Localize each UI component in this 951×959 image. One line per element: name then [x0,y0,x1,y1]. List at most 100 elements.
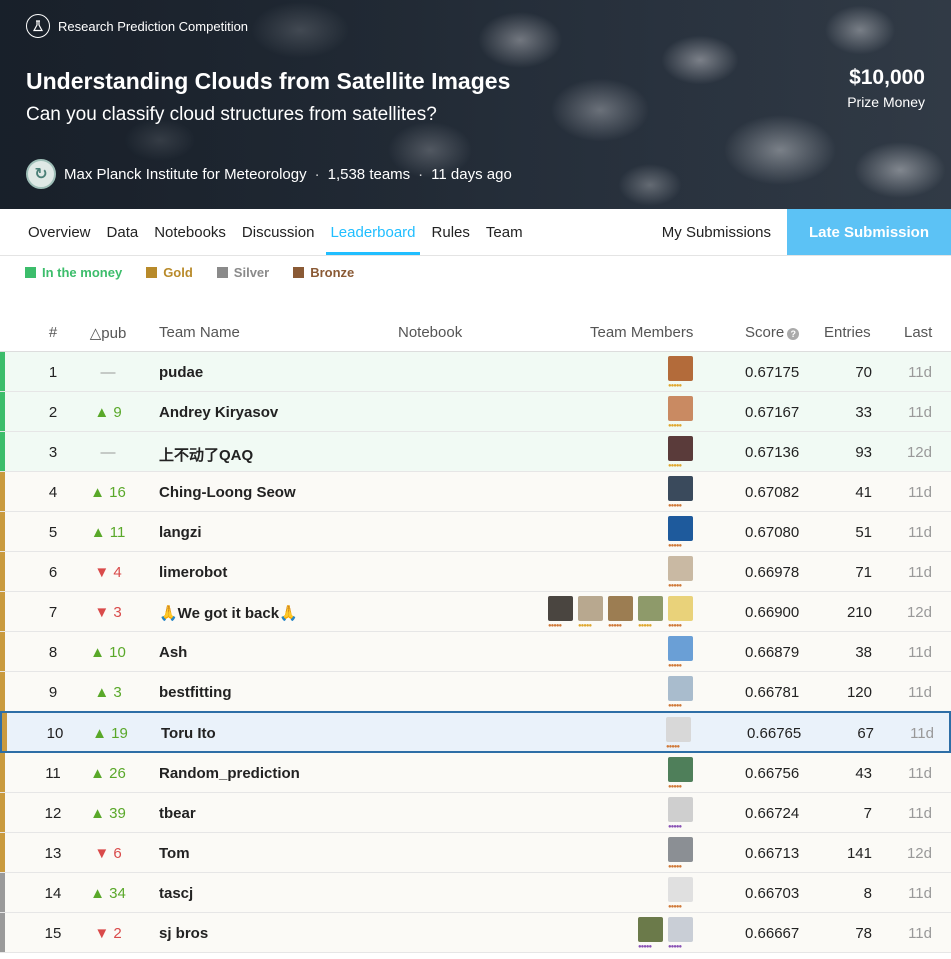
legend-label: Silver [233,265,270,280]
last-cell: 11d [908,805,932,822]
prize-label: Prize Money [847,94,925,110]
avatar[interactable]: ●●●●● [668,356,693,389]
tab-rules[interactable]: Rules [424,209,478,255]
tab-notebooks[interactable]: Notebooks [146,209,234,255]
medal-bar [0,913,5,952]
team-name-cell[interactable]: Ching-Loong Seow [159,484,296,501]
entries-cell: 7 [863,805,872,822]
tier-dots: ●●●●● [668,663,682,669]
medal-bar [0,432,5,471]
table-row[interactable]: 2 ▲ 9 Andrey Kiryasov ●●●●● 0.67167 33 11d [0,392,951,432]
avatar[interactable]: ●●●●● [608,596,633,629]
team-name-cell[interactable]: 🙏We got it back🙏 [159,604,298,622]
table-row[interactable]: 13 ▼ 6 Tom ●●●●● 0.66713 141 12d [0,833,951,873]
avatar[interactable]: ●●●●● [668,436,693,469]
header-entries[interactable]: Entries [824,324,871,341]
team-count: 1,538 teams [327,165,411,183]
table-row[interactable]: 6 ▼ 4 limerobot ●●●●● 0.66978 71 11d [0,552,951,592]
team-name-cell[interactable]: sj bros [159,925,208,942]
avatar[interactable]: ●●●●● [668,556,693,589]
entries-cell: 38 [855,644,872,661]
host-name[interactable]: Max Planck Institute for Meteorology [64,166,307,183]
team-name-cell[interactable]: pudae [159,364,203,381]
last-cell: 12d [906,604,932,621]
team-members: ●●●●● [668,636,693,669]
tab-team[interactable]: Team [478,209,531,255]
avatar[interactable]: ●●●●● [668,516,693,549]
table-row[interactable]: 15 ▼ 2 sj bros ●●●●● ●●●●● 0.66667 78 11d [0,913,951,953]
avatar[interactable]: ●●●●● [666,717,691,750]
tab-leaderboard[interactable]: Leaderboard [322,209,423,255]
score-cell: 0.66978 [745,564,800,581]
team-name-cell[interactable]: bestfitting [159,684,232,701]
team-name-cell[interactable]: Random_prediction [159,765,300,782]
table-row[interactable]: 9 ▲ 3 bestfitting ●●●●● 0.66781 120 11d [0,672,951,712]
tab-data[interactable]: Data [99,209,147,255]
table-row[interactable]: 12 ▲ 39 tbear ●●●●● 0.66724 7 11d [0,793,951,833]
competition-type-label: Research Prediction Competition [58,18,249,34]
table-row[interactable]: 5 ▲ 11 langzi ●●●●● 0.67080 51 11d [0,512,951,552]
team-name-cell[interactable]: Toru Ito [161,725,216,742]
avatar[interactable]: ●●●●● [668,837,693,870]
header-last[interactable]: Last [904,324,932,341]
avatar[interactable]: ●●●●● [668,877,693,910]
header-rank[interactable]: # [30,324,76,341]
avatar[interactable]: ●●●●● [578,596,603,629]
team-name-cell[interactable]: Andrey Kiryasov [159,404,278,421]
avatar[interactable]: ●●●●● [548,596,573,629]
avatar[interactable]: ●●●●● [668,797,693,830]
table-row[interactable]: 8 ▲ 10 Ash ●●●●● 0.66879 38 11d [0,632,951,672]
avatar[interactable]: ●●●●● [668,396,693,429]
tier-dots: ●●●●● [668,383,682,389]
tab-overview[interactable]: Overview [0,209,99,255]
table-row[interactable]: 1 — pudae ●●●●● 0.67175 70 11d [0,352,951,392]
avatar[interactable]: ●●●●● [668,757,693,790]
header-change[interactable]: △pub [80,324,136,342]
competition-title: Understanding Clouds from Satellite Imag… [26,68,511,94]
table-row[interactable]: 3 — 上不动了QAQ ●●●●● 0.67136 93 12d [0,432,951,472]
score-cell: 0.66900 [745,604,800,621]
tab-discussion[interactable]: Discussion [234,209,323,255]
competition-type: Research Prediction Competition [26,14,248,38]
table-row[interactable]: 10 ▲ 19 Toru Ito ●●●●● 0.66765 67 11d [0,711,951,753]
header-score[interactable]: Score? [745,324,800,341]
tier-dots: ●●●●● [668,623,682,629]
avatar[interactable]: ●●●●● [668,596,693,629]
table-row[interactable]: 11 ▲ 26 Random_prediction ●●●●● 0.66756 43 11d [0,753,951,793]
avatar[interactable]: ●●●●● [668,676,693,709]
last-cell: 11d [908,684,932,701]
team-name-cell[interactable]: Tom [159,845,190,862]
team-members: ●●●●● [668,676,693,709]
late-submission-button[interactable]: Late Submission [787,209,951,255]
prize: $10,000 Prize Money [847,66,925,110]
rank-cell: 3 [48,444,58,461]
avatar[interactable]: ●●●●● [638,596,663,629]
team-name-cell[interactable]: 上不动了QAQ [159,444,253,465]
avatar[interactable]: ●●●●● [668,917,693,950]
team-name-cell[interactable]: tascj [159,885,193,902]
avatar[interactable]: ●●●●● [638,917,663,950]
avatar[interactable]: ●●●●● [668,636,693,669]
help-icon[interactable]: ? [787,328,800,340]
avatar[interactable]: ●●●●● [668,476,693,509]
my-submissions-button[interactable]: My Submissions [646,209,787,255]
team-members: ●●●●● [668,476,693,509]
table-row[interactable]: 7 ▼ 3 🙏We got it back🙏 ●●●●● ●●●●● ●●●●● ●●●●●… [0,592,951,632]
tier-dots: ●●●●● [608,623,622,629]
competition-tabs: Overview Data Notebooks Discussion Leade… [0,209,951,256]
table-row[interactable]: 4 ▲ 16 Ching-Loong Seow ●●●●● 0.67082 41 11d [0,472,951,512]
tier-dots: ●●●●● [578,623,592,629]
entries-cell: 93 [855,444,872,461]
team-name-cell[interactable]: limerobot [159,564,227,581]
host-info: ↻ Max Planck Institute for Meteorology ·… [26,159,512,189]
team-name-cell[interactable]: Ash [159,644,187,661]
header-notebook: Notebook [398,324,463,341]
host-logo-icon[interactable]: ↻ [26,159,56,189]
table-row[interactable]: 14 ▲ 34 tascj ●●●●● 0.66703 8 11d [0,873,951,913]
time-ago: 11 days ago [431,165,512,183]
team-name-cell[interactable]: tbear [159,805,196,822]
team-name-cell[interactable]: langzi [159,524,202,541]
legend-label: Bronze [310,265,355,280]
header-team-name[interactable]: Team Name [159,324,240,341]
last-cell: 11d [908,524,932,541]
